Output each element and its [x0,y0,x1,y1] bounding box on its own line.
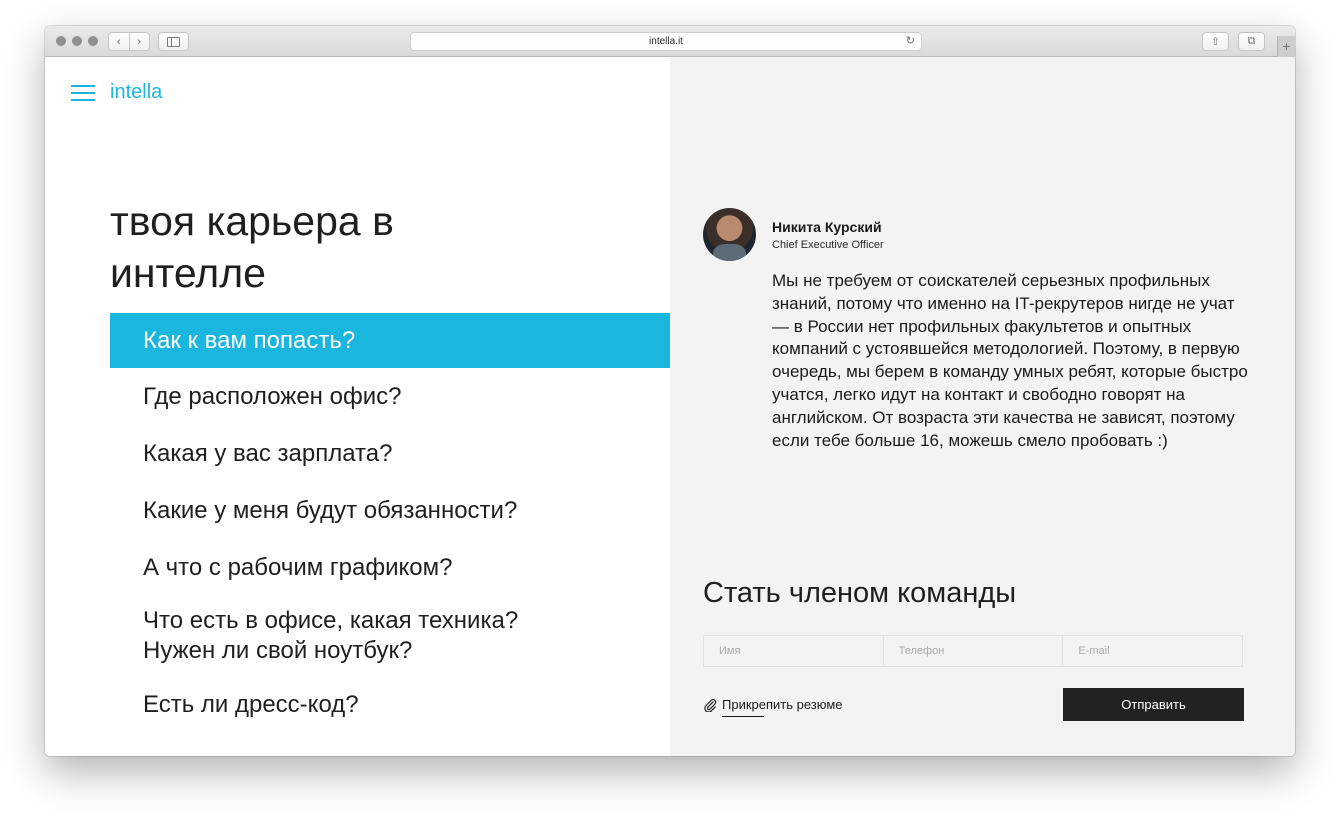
email-field[interactable] [1063,635,1244,667]
author-role: Chief Executive Officer [772,239,884,251]
show-tabs-button[interactable]: ⧉ [1238,32,1265,51]
forward-icon[interactable]: › [129,36,149,48]
page-title: твоя карьера в интелле [110,198,394,296]
phone-field[interactable] [883,635,1064,667]
faq-item-salary[interactable]: Какая у вас зарплата? [110,425,670,482]
faq-item-join[interactable]: Как к вам попасть? [110,313,670,368]
faq-item-label: Как к вам попасть? [143,326,356,354]
sidebar-toggle-button[interactable] [158,32,189,51]
avatar [703,208,756,261]
back-icon[interactable]: ‹ [109,36,129,48]
faq-item-label: Что есть в офисе, какая техника? [143,607,519,634]
faq-list: Как к вам попасть? Где расположен офис? … [110,313,670,733]
answer-panel: Никита Курский Chief Executive Officer М… [670,57,1295,756]
plus-icon: + [1282,38,1291,54]
new-tab-button[interactable]: + [1277,36,1295,57]
faq-item-office-location[interactable]: Где расположен офис? [110,368,670,425]
minimize-window-button[interactable] [72,36,82,46]
close-window-button[interactable] [56,36,66,46]
share-button[interactable]: ⇧ [1202,32,1229,51]
reload-icon[interactable]: ↻ [906,33,915,50]
sidebar-icon [167,36,180,47]
browser-window: ‹ › intella.it ↻ ⇧ ⧉ + intella твоя карь… [45,26,1295,756]
tabs-icon: ⧉ [1247,35,1256,47]
name-field[interactable] [703,635,884,667]
attach-resume-label: Прикрепить резюме [722,697,843,717]
attach-resume-link[interactable]: Прикрепить резюме [703,697,843,717]
window-controls [56,36,98,46]
page-content: intella твоя карьера в интелле Как к вам… [45,57,1295,756]
faq-item-label: А что с рабочим графиком? [143,553,453,581]
submit-button[interactable]: Отправить [1063,688,1244,721]
faq-item-duties[interactable]: Какие у меня будут обязанности? [110,482,670,539]
hamburger-menu-icon[interactable] [71,85,95,101]
address-bar[interactable]: intella.it ↻ [410,32,922,51]
faq-item-label: Какие у меня будут обязанности? [143,496,518,524]
browser-toolbar: ‹ › intella.it ↻ ⇧ ⧉ + [45,26,1295,57]
faq-item-label: Какая у вас зарплата? [143,439,393,467]
share-icon: ⇧ [1210,36,1221,48]
paperclip-icon [704,698,717,712]
url-text: intella.it [649,36,683,47]
zoom-window-button[interactable] [88,36,98,46]
author-name: Никита Курский [772,219,882,235]
faq-item-dress-code[interactable]: Есть ли дресс-код? [110,676,670,733]
faq-item-label: Где расположен офис? [143,382,402,410]
faq-panel: intella твоя карьера в интелле Как к вам… [45,57,670,756]
form-title: Стать членом команды [703,577,1017,609]
logo[interactable]: intella [110,81,162,104]
faq-item-schedule[interactable]: А что с рабочим графиком? [110,539,670,596]
faq-item-label-line2: Нужен ли свой ноутбук? [143,637,413,664]
answer-text: Мы не требуем от соискателей серьезных п… [772,271,1248,450]
faq-item-equipment[interactable]: Что есть в офисе, какая техника? Нужен л… [110,596,670,676]
application-form [703,635,1244,667]
history-nav: ‹ › [108,32,150,51]
faq-item-label: Есть ли дресс-код? [143,690,359,718]
